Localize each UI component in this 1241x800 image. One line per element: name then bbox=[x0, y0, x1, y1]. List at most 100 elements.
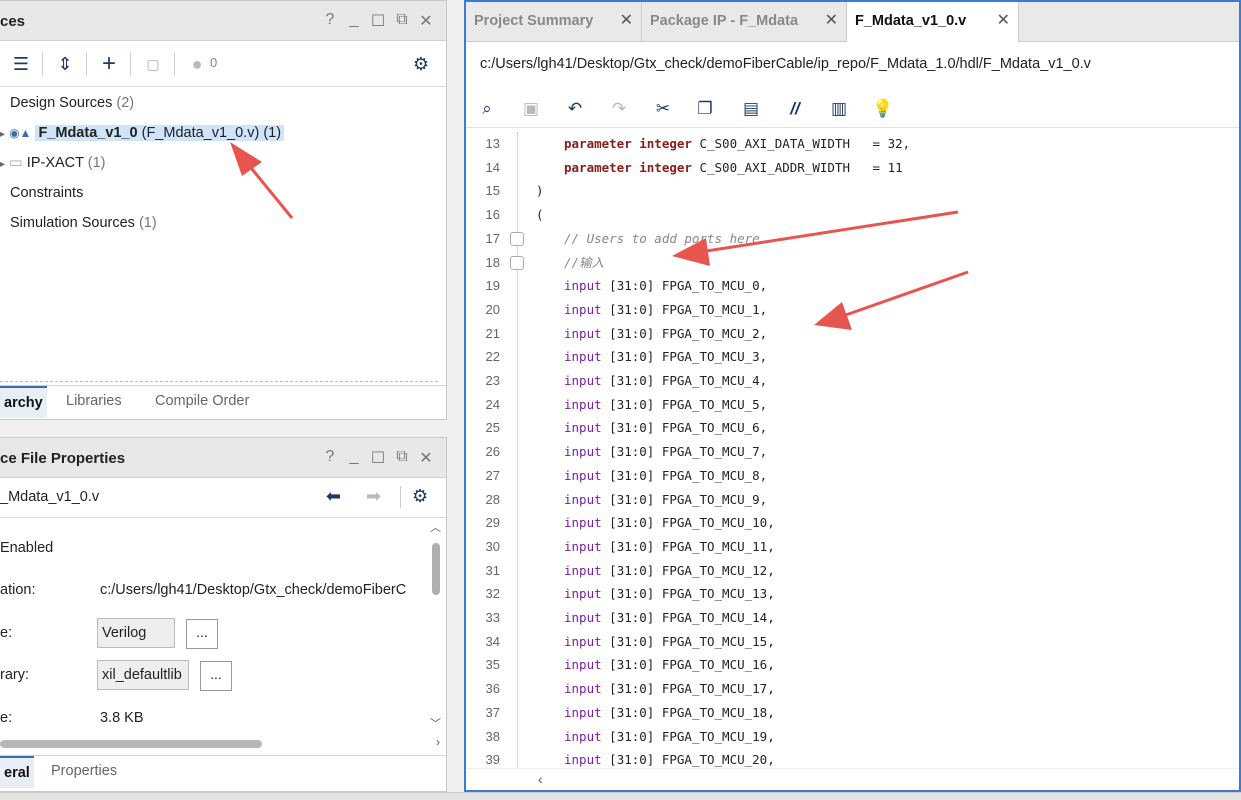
minimize-icon[interactable]: _ bbox=[346, 448, 362, 468]
code-text: input [31:0] FPGA_TO_MCU_1, bbox=[564, 301, 768, 317]
type-browse-button[interactable]: ... bbox=[186, 619, 218, 649]
tab-f-mdata-v1-0[interactable]: F_Mdata_v1_0.v ✕ bbox=[847, 2, 1019, 43]
code-line[interactable]: 18 //输入 bbox=[466, 251, 1239, 275]
float-icon[interactable]: ⧉ bbox=[394, 448, 410, 468]
forward-arrow-icon[interactable]: ➡ bbox=[366, 486, 381, 507]
add-sources-icon[interactable]: + bbox=[98, 52, 120, 76]
tab-hierarchy[interactable]: archy bbox=[0, 386, 47, 418]
line-number: 31 bbox=[485, 562, 500, 578]
properties-vertical-scrollbar[interactable]: ︿ ﹀ bbox=[430, 522, 442, 733]
code-line[interactable]: 19 input [31:0] FPGA_TO_MCU_0, bbox=[466, 274, 1239, 298]
code-line[interactable]: 31 input [31:0] FPGA_TO_MCU_12, bbox=[466, 559, 1239, 583]
cut-icon[interactable]: ✂ bbox=[652, 98, 674, 120]
tree-item-f-mdata-module[interactable]: ▸ ◉▲ F_Mdata_v1_0 (F_Mdata_v1_0.v) (1) bbox=[0, 121, 285, 145]
search-icon[interactable]: ⌕ bbox=[476, 98, 498, 120]
tree-item-ip-xact[interactable]: ▸ ▭ IP-XACT (1) bbox=[0, 151, 106, 175]
line-number: 14 bbox=[485, 159, 500, 175]
help-icon[interactable]: ? bbox=[322, 448, 338, 468]
code-line[interactable]: 20 input [31:0] FPGA_TO_MCU_1, bbox=[466, 298, 1239, 322]
line-number: 16 bbox=[485, 207, 500, 223]
tree-item-simulation-sources[interactable]: Simulation Sources (1) bbox=[10, 211, 157, 235]
code-text: input [31:0] FPGA_TO_MCU_13, bbox=[564, 586, 775, 602]
help-icon[interactable]: ? bbox=[322, 11, 338, 31]
maximize-icon[interactable]: ☐ bbox=[370, 448, 386, 468]
code-line[interactable]: 17 // Users to add ports here bbox=[466, 227, 1239, 251]
line-number: 35 bbox=[485, 657, 500, 673]
column-select-icon[interactable]: ▥ bbox=[828, 98, 850, 120]
settings-gear-icon[interactable]: ⚙ bbox=[410, 53, 432, 75]
fold-marker-icon[interactable] bbox=[510, 232, 524, 246]
comment-icon[interactable]: // bbox=[784, 98, 806, 120]
code-line[interactable]: 36 input [31:0] FPGA_TO_MCU_17, bbox=[466, 677, 1239, 701]
code-line[interactable]: 30 input [31:0] FPGA_TO_MCU_11, bbox=[466, 535, 1239, 559]
code-line[interactable]: 29 input [31:0] FPGA_TO_MCU_10, bbox=[466, 511, 1239, 535]
editor-toolbar: ⌕ ▣ ↶ ↷ ✂ ❐ ▤ // ▥ 💡 bbox=[466, 90, 1239, 128]
hint-bulb-icon[interactable]: 💡 bbox=[872, 98, 894, 120]
code-line[interactable]: 37 input [31:0] FPGA_TO_MCU_18, bbox=[466, 701, 1239, 725]
scroll-right-icon[interactable]: › bbox=[436, 735, 440, 749]
close-icon[interactable]: ✕ bbox=[418, 11, 434, 31]
tab-project-summary[interactable]: Project Summary ✕ bbox=[466, 2, 642, 42]
code-text: input [31:0] FPGA_TO_MCU_16, bbox=[564, 657, 775, 673]
close-tab-icon[interactable]: ✕ bbox=[997, 2, 1010, 40]
close-icon[interactable]: ✕ bbox=[418, 448, 434, 468]
expand-caret-icon[interactable]: ▸ bbox=[0, 159, 5, 170]
tree-item-design-sources[interactable]: Design Sources (2) bbox=[10, 91, 134, 115]
code-line[interactable]: 15) bbox=[466, 179, 1239, 203]
fold-marker-icon[interactable] bbox=[510, 256, 524, 270]
copy-icon[interactable]: ❐ bbox=[694, 98, 716, 120]
code-line[interactable]: 14 parameter integer C_S00_AXI_ADDR_WIDTH… bbox=[466, 156, 1239, 180]
editor-horizontal-scrollbar[interactable]: ‹ bbox=[466, 768, 1239, 790]
tab-package-ip[interactable]: Package IP - F_Mdata ✕ bbox=[642, 2, 847, 42]
save-icon[interactable]: ▣ bbox=[520, 98, 542, 120]
expand-caret-icon[interactable]: ▸ bbox=[0, 129, 5, 140]
code-line[interactable]: 26 input [31:0] FPGA_TO_MCU_7, bbox=[466, 440, 1239, 464]
library-browse-button[interactable]: ... bbox=[200, 661, 232, 691]
properties-horizontal-scrollbar[interactable]: › bbox=[0, 735, 440, 749]
code-line[interactable]: 28 input [31:0] FPGA_TO_MCU_9, bbox=[466, 488, 1239, 512]
properties-icon[interactable]: ▢ bbox=[142, 53, 164, 75]
minimize-icon[interactable]: _ bbox=[346, 11, 362, 31]
code-line[interactable]: 22 input [31:0] FPGA_TO_MCU_3, bbox=[466, 345, 1239, 369]
scroll-left-icon[interactable]: ‹ bbox=[538, 771, 543, 787]
location-value: c:/Users/lgh41/Desktop/Gtx_check/demoFib… bbox=[100, 582, 407, 598]
code-line[interactable]: 24 input [31:0] FPGA_TO_MCU_5, bbox=[466, 393, 1239, 417]
scroll-thumb[interactable] bbox=[0, 740, 262, 748]
code-line[interactable]: 27 input [31:0] FPGA_TO_MCU_8, bbox=[466, 464, 1239, 488]
code-line[interactable]: 13 parameter integer C_S00_AXI_DATA_WIDTH… bbox=[466, 132, 1239, 156]
paste-icon[interactable]: ▤ bbox=[740, 98, 762, 120]
back-arrow-icon[interactable]: ⬅ bbox=[326, 486, 341, 507]
redo-icon[interactable]: ↷ bbox=[608, 98, 630, 120]
scroll-down-icon[interactable]: ﹀ bbox=[430, 715, 441, 731]
maximize-icon[interactable]: ☐ bbox=[370, 11, 386, 31]
tab-libraries[interactable]: Libraries bbox=[66, 386, 122, 418]
type-field[interactable]: Verilog bbox=[97, 618, 175, 648]
close-tab-icon[interactable]: ✕ bbox=[620, 2, 633, 40]
code-line[interactable]: 23 input [31:0] FPGA_TO_MCU_4, bbox=[466, 369, 1239, 393]
expand-all-icon[interactable]: ⇕ bbox=[54, 53, 76, 75]
close-tab-icon[interactable]: ✕ bbox=[825, 2, 838, 40]
code-line[interactable]: 16 ( bbox=[466, 203, 1239, 227]
code-text: input [31:0] FPGA_TO_MCU_19, bbox=[564, 728, 775, 744]
tree-item-constraints[interactable]: Constraints bbox=[10, 181, 83, 205]
code-line[interactable]: 34 input [31:0] FPGA_TO_MCU_15, bbox=[466, 630, 1239, 654]
tab-compile-order[interactable]: Compile Order bbox=[155, 386, 249, 418]
code-line[interactable]: 32 input [31:0] FPGA_TO_MCU_13, bbox=[466, 582, 1239, 606]
settings-gear-icon[interactable]: ⚙ bbox=[412, 486, 428, 507]
code-line[interactable]: 21 input [31:0] FPGA_TO_MCU_2, bbox=[466, 322, 1239, 346]
scroll-thumb[interactable] bbox=[432, 543, 440, 595]
float-icon[interactable]: ⧉ bbox=[394, 11, 410, 31]
library-field[interactable]: xil_defaultlib bbox=[97, 660, 189, 690]
code-line[interactable]: 35 input [31:0] FPGA_TO_MCU_16, bbox=[466, 653, 1239, 677]
undo-icon[interactable]: ↶ bbox=[564, 98, 586, 120]
code-line[interactable]: 25 input [31:0] FPGA_TO_MCU_6, bbox=[466, 416, 1239, 440]
tab-general[interactable]: eral bbox=[0, 756, 34, 788]
code-editor[interactable]: 13 parameter integer C_S00_AXI_DATA_WIDTH… bbox=[466, 132, 1239, 772]
code-text: // Users to add ports here bbox=[564, 230, 760, 246]
collapse-all-icon[interactable]: ☰ bbox=[10, 53, 32, 75]
tab-properties[interactable]: Properties bbox=[51, 756, 117, 788]
code-line[interactable]: 38 input [31:0] FPGA_TO_MCU_19, bbox=[466, 725, 1239, 749]
code-line[interactable]: 33 input [31:0] FPGA_TO_MCU_14, bbox=[466, 606, 1239, 630]
code-text: input [31:0] FPGA_TO_MCU_10, bbox=[564, 515, 775, 531]
scroll-up-icon[interactable]: ︿ bbox=[430, 519, 441, 535]
